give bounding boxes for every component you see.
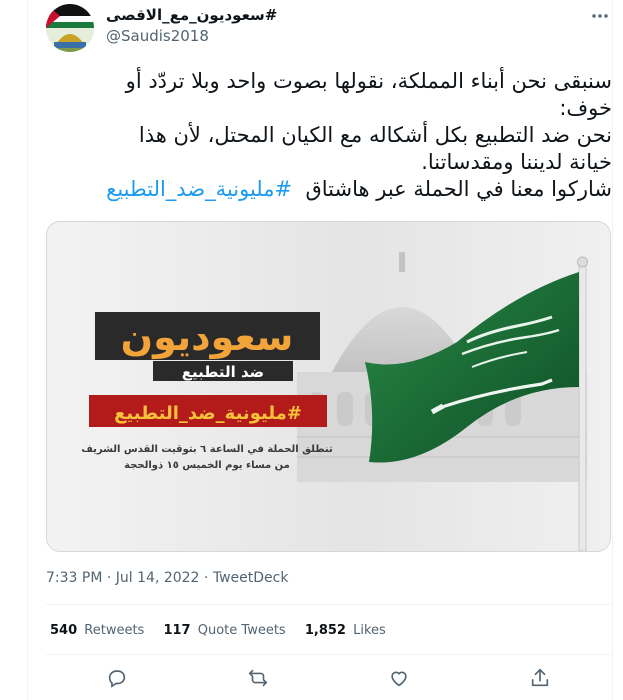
- tweet-line-text: شاركوا معنا في الحملة عبر هاشتاق: [305, 177, 612, 201]
- likes-count: 1,852: [304, 623, 346, 638]
- tweet-line: شاركوا معنا في الحملة عبر هاشتاق #مليوني…: [46, 176, 612, 203]
- tweet-text: سنبقى نحن أبناء المملكة، نقولها بصوت واح…: [46, 68, 612, 203]
- quote-tweets-label: Quote Tweets: [197, 623, 286, 638]
- tweet-time[interactable]: 7:33 PM: [46, 570, 102, 586]
- reply-button[interactable]: [101, 664, 133, 696]
- avatar[interactable]: [46, 4, 94, 52]
- more-options-button[interactable]: [588, 6, 612, 26]
- tweet-media-image[interactable]: سعوديون ضد التطبيع #مليونية_ضد_التطبيع ت…: [46, 221, 611, 552]
- reply-icon: [106, 667, 128, 693]
- tweet-meta: 7:33 PM · Jul 14, 2022 · TweetDeck: [46, 570, 288, 586]
- more-icon: [590, 10, 610, 31]
- campaign-subline: ضد التطبيع: [182, 363, 264, 381]
- retweets-stat[interactable]: 540 Retweets: [50, 623, 144, 638]
- tweet-stats: 540 Retweets 117 Quote Tweets 1,852 Like…: [50, 623, 401, 638]
- retweet-button[interactable]: [242, 664, 274, 696]
- likes-stat[interactable]: 1,852 Likes: [305, 623, 386, 638]
- tweet-hashtag-link[interactable]: #مليونية_ضد_التطبيع: [106, 177, 292, 201]
- divider: [46, 604, 612, 605]
- timeline-left-border: [27, 0, 28, 700]
- campaign-info-line2: من مساء يوم الخميس ١٥ ذوالحجة: [124, 460, 290, 471]
- meta-separator: ·: [203, 570, 213, 586]
- campaign-info-line1: تنطلق الحملة في الساعة ٦ بتوقيت القدس ال…: [81, 444, 333, 455]
- author-display-name[interactable]: #سعوديون_مع_الاقصى: [106, 6, 277, 24]
- tweet-date[interactable]: Jul 14, 2022: [116, 570, 200, 586]
- likes-label: Likes: [353, 623, 386, 638]
- timeline-right-border: [612, 0, 613, 700]
- retweets-label: Retweets: [84, 623, 145, 638]
- share-button[interactable]: [524, 664, 556, 696]
- tweet-source[interactable]: TweetDeck: [213, 570, 289, 586]
- meta-separator: ·: [106, 570, 116, 586]
- avatar-image: [46, 4, 94, 52]
- campaign-headline: سعوديون: [121, 315, 294, 359]
- tweet-line: سنبقى نحن أبناء المملكة، نقولها بصوت واح…: [125, 69, 612, 93]
- divider: [46, 654, 612, 655]
- like-icon: [388, 667, 410, 693]
- author-handle[interactable]: @Saudis2018: [106, 27, 209, 45]
- quote-tweets-stat[interactable]: 117 Quote Tweets: [163, 623, 285, 638]
- retweets-count: 540: [50, 623, 78, 638]
- campaign-hashtag: #مليونية_ضد_التطبيع: [114, 403, 302, 424]
- tweet-line: خيانة لديننا ومقدساتنا.: [421, 150, 612, 174]
- quote-tweets-count: 117: [163, 623, 191, 638]
- tweet-action-bar: [46, 664, 612, 696]
- campaign-hashtag-banner: #مليونية_ضد_التطبيع: [89, 395, 327, 427]
- tweet-line: خوف:: [559, 96, 612, 120]
- tweet-line: نحن ضد التطبيع بكل أشكاله مع الكيان المح…: [138, 123, 612, 147]
- like-button[interactable]: [383, 664, 415, 696]
- share-icon: [529, 667, 551, 693]
- retweet-icon: [247, 667, 269, 693]
